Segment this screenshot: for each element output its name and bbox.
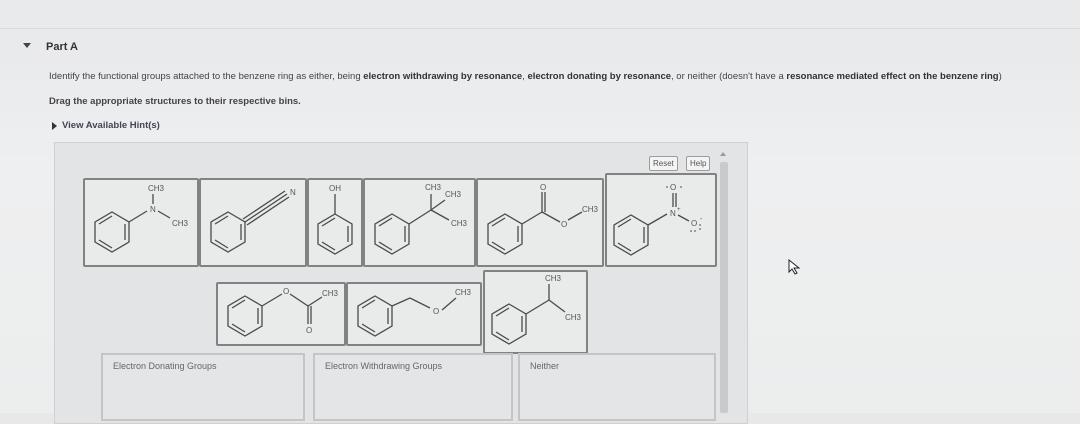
methyl-benzoate-structure: O O CH3 bbox=[487, 183, 599, 255]
structure-card-dimethylamine[interactable]: CH3 N CH3 bbox=[83, 178, 199, 267]
o-label: O bbox=[433, 307, 439, 316]
structure-card-benzyl-ether[interactable]: O CH3 bbox=[346, 282, 482, 346]
bin-electron-donating[interactable]: Electron Donating Groups bbox=[101, 353, 305, 421]
benzonitrile-structure: N bbox=[210, 188, 296, 253]
oh-label: OH bbox=[329, 184, 341, 193]
structure-card-phenol[interactable]: OH bbox=[307, 178, 363, 267]
o-label: O bbox=[561, 220, 567, 229]
structure-card-tert-butyl[interactable]: CH3 CH3 CH3 bbox=[363, 178, 476, 267]
mouse-cursor-icon bbox=[788, 259, 801, 275]
o-label: O bbox=[283, 287, 289, 296]
ch3-label: CH3 bbox=[425, 183, 442, 192]
structure-card-benzonitrile[interactable]: N bbox=[199, 178, 307, 267]
structure-card-isopropyl[interactable]: CH3 CH3 bbox=[483, 270, 588, 354]
ch3-label: CH3 bbox=[582, 205, 599, 214]
ch3-label: CH3 bbox=[565, 313, 582, 322]
benzyl-methyl-ether-structure: O CH3 bbox=[357, 288, 472, 337]
bin-electron-withdrawing[interactable]: Electron Withdrawing Groups bbox=[313, 353, 513, 421]
o-label: O bbox=[540, 183, 546, 192]
n-label: N bbox=[670, 209, 676, 218]
bin-neither[interactable]: Neither bbox=[518, 353, 716, 421]
ch3-label: CH3 bbox=[445, 190, 462, 199]
scroll-up-icon[interactable] bbox=[720, 152, 726, 156]
reset-button[interactable]: Reset bbox=[649, 156, 678, 171]
caret-down-icon[interactable] bbox=[22, 40, 32, 50]
phenyl-acetate-structure: O O CH3 bbox=[227, 287, 339, 337]
scrollbar-thumb[interactable] bbox=[720, 162, 728, 413]
phenol-structure: OH bbox=[317, 184, 353, 255]
structure-card-nitrobenzene[interactable]: O N + O - bbox=[605, 173, 717, 267]
tert-butylbenzene-structure: CH3 CH3 CH3 bbox=[374, 183, 468, 255]
structure-card-methyl-benzoate[interactable]: O O CH3 bbox=[476, 178, 604, 267]
dimethylaminobenzene-structure: CH3 N CH3 bbox=[94, 184, 189, 253]
question-instructions: Identify the functional groups attached … bbox=[49, 71, 1002, 82]
ch3-label: CH3 bbox=[455, 288, 472, 297]
o-label: O bbox=[306, 326, 312, 335]
o-label: O bbox=[670, 183, 676, 192]
minus-charge: - bbox=[700, 216, 703, 223]
bin-label: Electron Withdrawing Groups bbox=[325, 361, 443, 371]
caret-right-icon bbox=[52, 121, 57, 130]
hint-label: View Available Hint(s) bbox=[62, 120, 160, 131]
ch3-label: CH3 bbox=[148, 184, 165, 193]
isopropylbenzene-structure: CH3 CH3 bbox=[491, 274, 582, 345]
bin-label: Electron Donating Groups bbox=[113, 361, 217, 371]
ch3-label: CH3 bbox=[451, 219, 468, 228]
n-label: N bbox=[290, 188, 296, 197]
drag-instructions: Drag the appropriate structures to their… bbox=[49, 96, 301, 107]
help-button[interactable]: Help bbox=[686, 156, 711, 171]
bin-label: Neither bbox=[530, 361, 560, 371]
part-title: Part A bbox=[46, 41, 78, 53]
o-label: O bbox=[691, 219, 697, 228]
ch3-label: CH3 bbox=[322, 289, 339, 298]
n-label: N bbox=[150, 205, 156, 214]
nitrobenzene-structure: O N + O - bbox=[613, 183, 703, 256]
top-bar bbox=[0, 0, 1080, 29]
plus-charge: + bbox=[677, 207, 681, 213]
ch3-label: CH3 bbox=[545, 274, 562, 283]
ch3-label: CH3 bbox=[172, 219, 189, 228]
structure-card-phenyl-acetate[interactable]: O O CH3 bbox=[216, 282, 346, 346]
view-hints-link[interactable]: View Available Hint(s) bbox=[52, 120, 160, 131]
